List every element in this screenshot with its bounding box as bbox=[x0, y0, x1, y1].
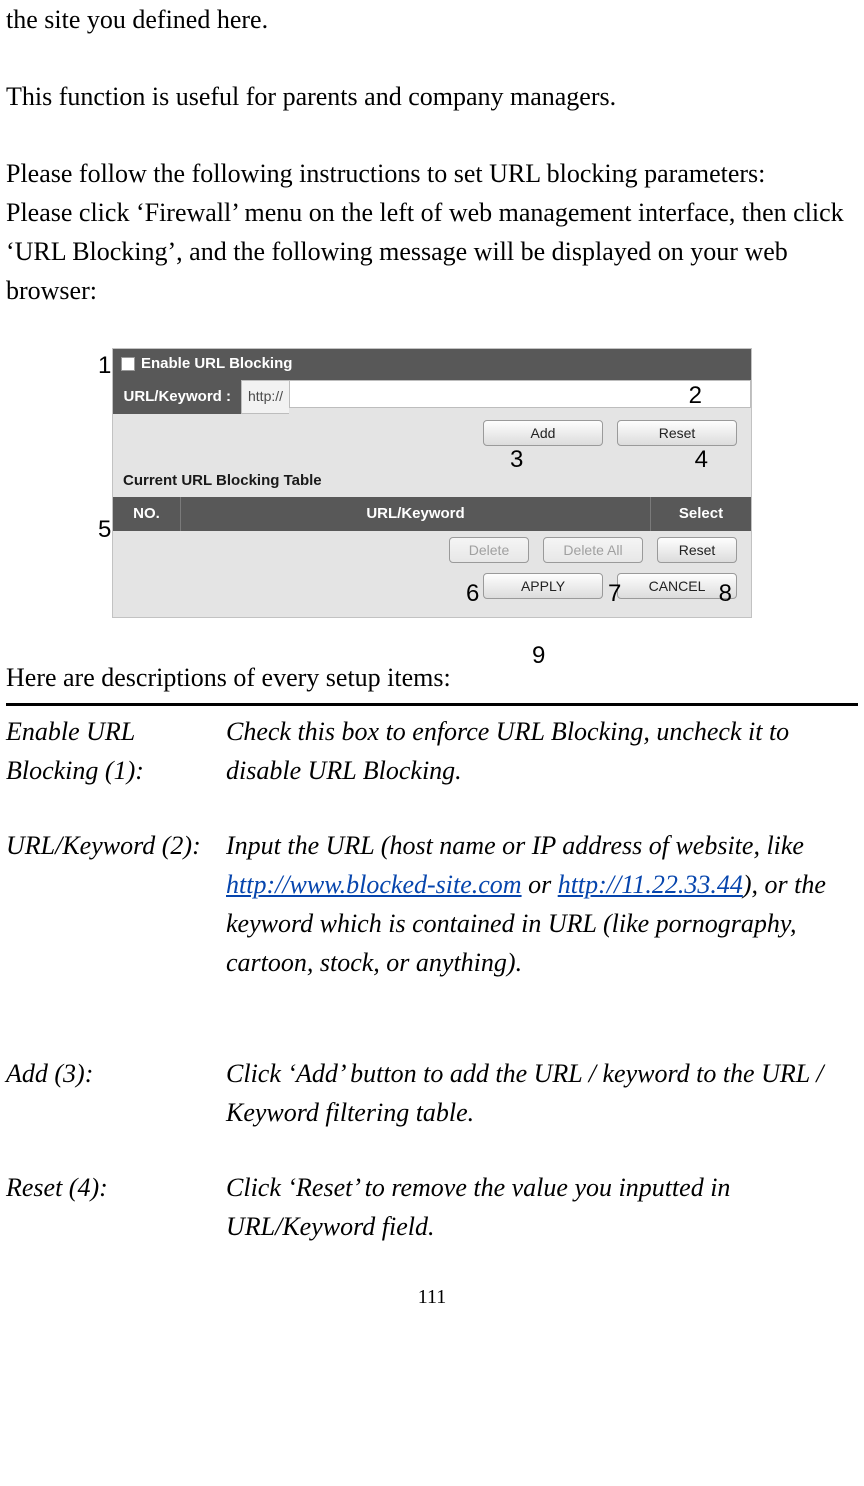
blocked-site-link[interactable]: http://www.blocked-site.com bbox=[226, 870, 522, 899]
delete-all-button[interactable]: Delete All bbox=[543, 537, 643, 563]
callout-9: 9 bbox=[532, 638, 545, 674]
http-prefix: http:// bbox=[241, 380, 289, 415]
desc-urlkey-part1: Input the URL (host name or IP address o… bbox=[226, 831, 804, 860]
th-select: Select bbox=[651, 497, 751, 532]
desc-item-enable: Enable URL Blocking (1): Check this box … bbox=[6, 712, 858, 790]
url-blocking-panel: Enable URL Blocking URL/Keyword : http:/… bbox=[112, 348, 752, 618]
url-keyword-label: URL/Keyword : bbox=[113, 380, 241, 415]
desc-urlkey-part2: or bbox=[522, 870, 558, 899]
table-reset-button[interactable]: Reset bbox=[657, 537, 737, 563]
table-title: Current URL Blocking Table bbox=[113, 450, 751, 497]
descriptions-list: Enable URL Blocking (1): Check this box … bbox=[6, 712, 858, 1246]
desc-text-urlkey: Input the URL (host name or IP address o… bbox=[226, 826, 858, 982]
desc-item-add: Add (3): Click ‘Add’ button to add the U… bbox=[6, 1054, 858, 1132]
blocking-table-header: NO. URL/Keyword Select bbox=[113, 497, 751, 532]
url-keyword-row: URL/Keyword : http:// bbox=[113, 380, 751, 415]
callout-1: 1 bbox=[98, 348, 111, 384]
desc-label-urlkey: URL/Keyword (2): bbox=[6, 826, 226, 982]
callout-5: 5 bbox=[98, 512, 111, 548]
desc-label-add: Add (3): bbox=[6, 1054, 226, 1132]
desc-item-reset: Reset (4): Click ‘Reset’ to remove the v… bbox=[6, 1168, 858, 1246]
desc-label-enable: Enable URL Blocking (1): bbox=[6, 712, 226, 790]
add-button[interactable]: Add bbox=[483, 420, 603, 446]
desc-text-enable: Check this box to enforce URL Blocking, … bbox=[226, 712, 858, 790]
desc-label-reset: Reset (4): bbox=[6, 1168, 226, 1246]
add-reset-row: Add Reset bbox=[113, 414, 751, 450]
divider bbox=[6, 703, 858, 706]
apply-cancel-row: APPLY CANCEL bbox=[113, 567, 751, 603]
apply-button[interactable]: APPLY bbox=[483, 573, 603, 599]
desc-text-add: Click ‘Add’ button to add the URL / keyw… bbox=[226, 1054, 858, 1132]
desc-text-reset: Click ‘Reset’ to remove the value you in… bbox=[226, 1168, 858, 1246]
screenshot-figure: Enable URL Blocking URL/Keyword : http:/… bbox=[112, 348, 752, 618]
blocked-ip-link[interactable]: http://11.22.33.44 bbox=[558, 870, 743, 899]
callout-8: 8 bbox=[719, 576, 732, 612]
callout-7: 7 bbox=[608, 576, 621, 612]
url-keyword-input[interactable] bbox=[289, 380, 751, 408]
callout-6: 6 bbox=[466, 576, 479, 612]
table-btn-row: Delete Delete All Reset bbox=[113, 531, 751, 567]
intro-line-2: This function is useful for parents and … bbox=[6, 77, 858, 116]
callout-3: 3 bbox=[510, 442, 523, 478]
enable-row: Enable URL Blocking bbox=[113, 349, 751, 380]
instructions-a: Please follow the following instructions… bbox=[6, 154, 858, 193]
descriptions-heading: Here are descriptions of every setup ite… bbox=[6, 658, 858, 697]
reset-button[interactable]: Reset bbox=[617, 420, 737, 446]
instructions-b: Please click ‘Firewall’ menu on the left… bbox=[6, 193, 858, 310]
enable-url-blocking-label: Enable URL Blocking bbox=[141, 353, 292, 376]
intro-line-1: the site you defined here. bbox=[6, 0, 858, 39]
delete-button[interactable]: Delete bbox=[449, 537, 529, 563]
desc-item-urlkey: URL/Keyword (2): Input the URL (host nam… bbox=[6, 826, 858, 982]
page-number: 111 bbox=[6, 1282, 858, 1312]
th-no: NO. bbox=[113, 497, 181, 532]
enable-url-blocking-checkbox[interactable] bbox=[121, 357, 135, 371]
callout-4: 4 bbox=[695, 442, 708, 478]
th-url: URL/Keyword bbox=[181, 497, 651, 532]
callout-2: 2 bbox=[689, 378, 702, 414]
